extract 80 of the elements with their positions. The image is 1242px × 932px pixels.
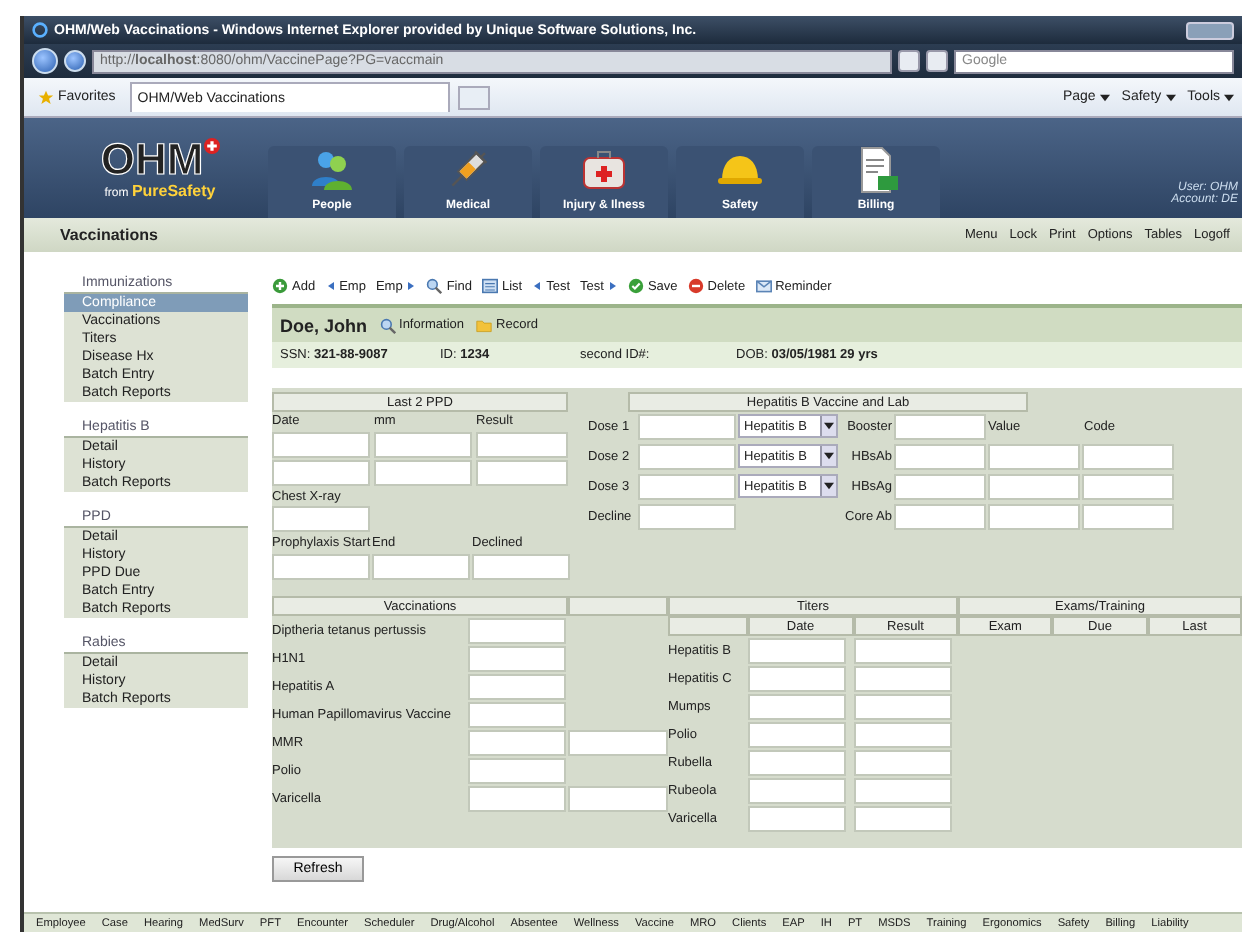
- input-field[interactable]: [854, 805, 952, 831]
- input-field[interactable]: [272, 554, 370, 580]
- input-field[interactable]: [374, 431, 472, 457]
- input-field[interactable]: [854, 777, 952, 803]
- input-field[interactable]: [476, 431, 568, 457]
- header-cell: [568, 596, 668, 616]
- input-field[interactable]: [638, 413, 736, 439]
- input-field[interactable]: [854, 721, 952, 747]
- page-title: Vaccinations: [60, 226, 158, 244]
- input-field[interactable]: [272, 506, 370, 532]
- input-field[interactable]: [854, 693, 952, 719]
- input-field[interactable]: [748, 721, 846, 747]
- input-field[interactable]: [1082, 503, 1174, 529]
- input-field[interactable]: [568, 785, 668, 811]
- patient-name: Doe, John: [280, 315, 368, 335]
- check-icon: [627, 278, 644, 294]
- back-button[interactable]: [32, 48, 58, 74]
- right-arrow-icon: [607, 278, 618, 294]
- stop-button[interactable]: [926, 50, 948, 72]
- people-icon: [308, 146, 356, 194]
- input-field[interactable]: [1082, 473, 1174, 499]
- left-arrow-icon: [325, 278, 336, 294]
- input-field[interactable]: [374, 459, 472, 485]
- input-field[interactable]: [472, 554, 570, 580]
- refresh-button[interactable]: [898, 50, 920, 72]
- minus-icon: [687, 278, 704, 294]
- window-controls[interactable]: [1186, 21, 1234, 39]
- star-icon: [38, 89, 54, 105]
- search-icon: [426, 278, 443, 294]
- input-field[interactable]: [854, 749, 952, 775]
- input-field[interactable]: [568, 729, 668, 755]
- input-field[interactable]: [854, 637, 952, 663]
- caret-icon: [1165, 93, 1176, 101]
- input-field[interactable]: [476, 459, 568, 485]
- input-field[interactable]: [468, 645, 566, 671]
- input-field[interactable]: [468, 729, 566, 755]
- input-field[interactable]: [988, 503, 1080, 529]
- plus-icon: [272, 278, 288, 294]
- input-field[interactable]: [748, 637, 846, 663]
- input-field[interactable]: [854, 665, 952, 691]
- input-field[interactable]: [272, 431, 370, 457]
- input-field[interactable]: [468, 757, 566, 783]
- input-field[interactable]: [272, 459, 370, 485]
- first-aid-kit-icon: [580, 146, 628, 194]
- input-field[interactable]: [1082, 443, 1174, 469]
- input-field[interactable]: [894, 413, 986, 439]
- input-field[interactable]: [638, 473, 736, 499]
- caret-icon: [1099, 93, 1110, 101]
- input-field[interactable]: [468, 673, 566, 699]
- input-field[interactable]: [638, 443, 736, 469]
- browser-icon: [32, 22, 48, 38]
- input-field[interactable]: [988, 473, 1080, 499]
- right-arrow-icon: [406, 278, 417, 294]
- input-field[interactable]: [894, 443, 986, 469]
- new-tab-button[interactable]: [457, 85, 490, 109]
- caret-icon: [824, 422, 834, 430]
- folder-icon: [476, 317, 493, 333]
- left-arrow-icon: [532, 278, 543, 294]
- caret-icon: [824, 482, 834, 490]
- input-field[interactable]: [988, 443, 1080, 469]
- cross-icon: [203, 137, 220, 153]
- search-icon: [379, 317, 396, 333]
- input-field[interactable]: [372, 554, 470, 580]
- input-field[interactable]: [748, 805, 846, 831]
- caret-icon: [1224, 93, 1234, 101]
- input-field[interactable]: [468, 785, 566, 811]
- list-icon: [481, 278, 498, 294]
- header-cell: [668, 616, 748, 636]
- input-field[interactable]: [748, 665, 846, 691]
- input-field[interactable]: [638, 503, 736, 529]
- caret-icon: [824, 452, 834, 460]
- envelope-icon: [755, 278, 772, 294]
- input-field[interactable]: [894, 503, 986, 529]
- input-field[interactable]: [894, 473, 986, 499]
- input-field[interactable]: [468, 617, 566, 643]
- input-field[interactable]: [748, 777, 846, 803]
- input-field[interactable]: [748, 693, 846, 719]
- input-field[interactable]: [468, 701, 566, 727]
- forward-button[interactable]: [64, 50, 86, 72]
- input-field[interactable]: [748, 749, 846, 775]
